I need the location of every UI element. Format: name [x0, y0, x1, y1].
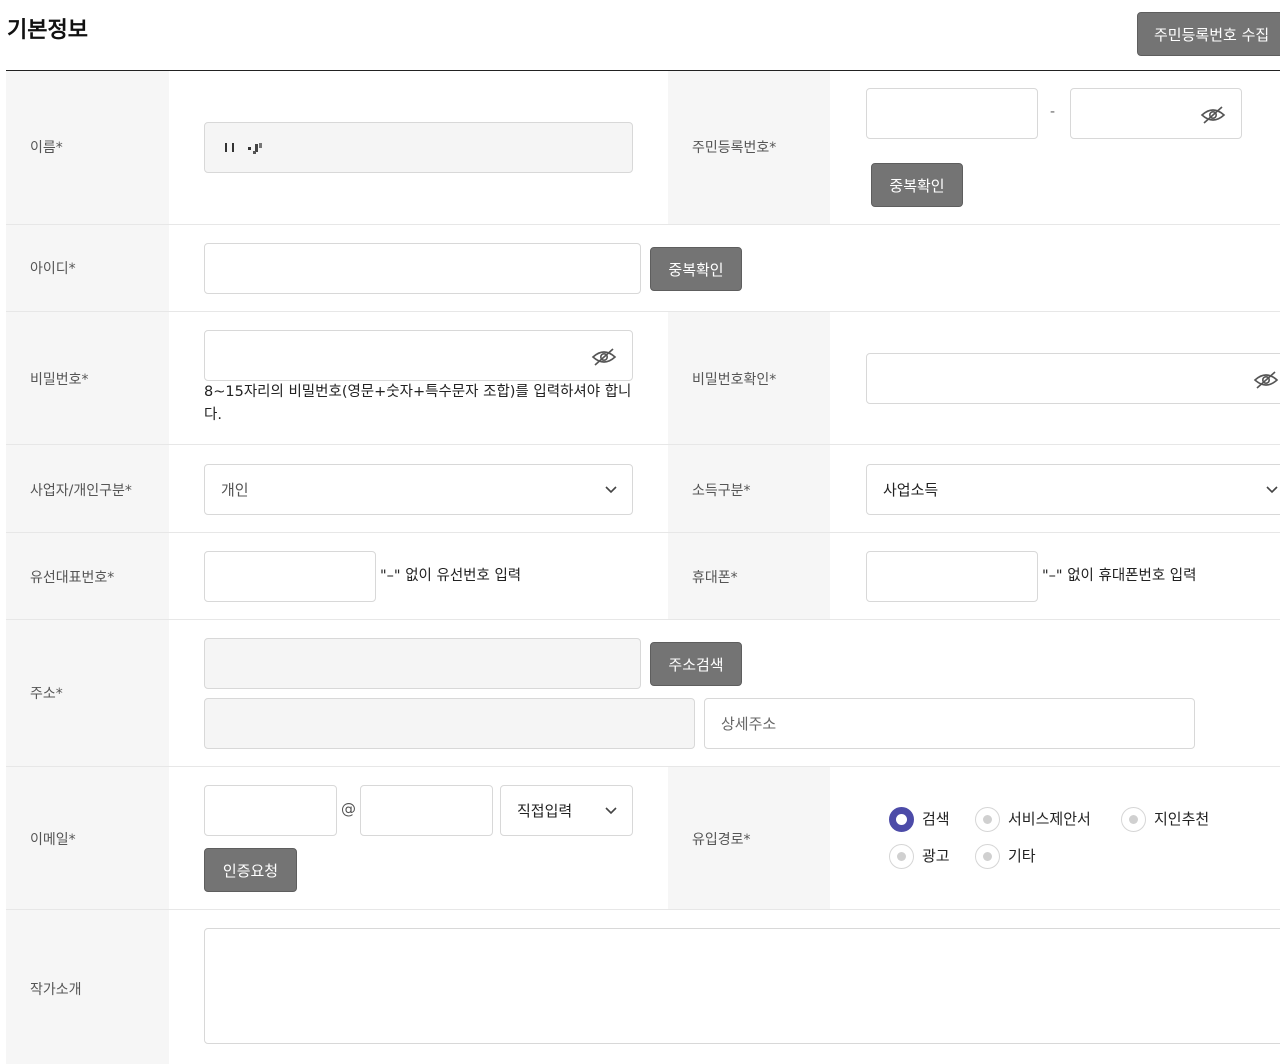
eye-slash-icon[interactable]	[591, 348, 617, 366]
masked-name-glyphs	[225, 142, 262, 154]
rrn-separator: -	[1050, 104, 1056, 120]
income-type-select[interactable]: 사업소득	[866, 464, 1280, 515]
radio-referral-friend[interactable]	[1121, 807, 1146, 832]
intro-label: 작가소개	[30, 982, 82, 998]
radio-label-proposal[interactable]: 서비스제안서	[1008, 808, 1091, 829]
radio-referral-search[interactable]	[889, 807, 914, 832]
password-help-text: 8~15자리의 비밀번호(영문+숫자+특수문자 조합)를 입력하셔야 합니다.	[204, 384, 632, 423]
row-divider	[6, 444, 1280, 445]
address-main-input[interactable]	[204, 698, 695, 749]
header-divider	[6, 70, 1280, 71]
email-domain-selected: 직접입력	[517, 802, 573, 820]
radio-label-ad[interactable]: 광고	[922, 845, 950, 866]
email-at-sign: @	[341, 800, 356, 818]
row-divider	[6, 532, 1280, 533]
row-divider	[6, 619, 1280, 620]
income-type-selected: 사업소득	[883, 481, 939, 499]
chevron-down-icon	[605, 486, 617, 494]
rrn-label: 주민등록번호*	[692, 140, 777, 156]
address-detail-placeholder: 상세주소	[721, 715, 777, 733]
zipcode-input[interactable]	[204, 638, 641, 689]
rrn-collect-button[interactable]: 주민등록번호 수집	[1137, 12, 1280, 56]
biz-type-selected: 개인	[221, 481, 249, 499]
chevron-down-icon	[1266, 486, 1278, 494]
password-confirm-input[interactable]	[866, 353, 1280, 404]
row-divider	[6, 766, 1280, 767]
landline-help-text: "–" 없이 유선번호 입력	[380, 568, 522, 584]
rrn-duplicate-check-button[interactable]: 중복확인	[871, 163, 963, 207]
mobile-help-text: "–" 없이 휴대폰번호 입력	[1042, 568, 1197, 584]
eye-slash-icon[interactable]	[1200, 106, 1226, 124]
radio-label-search[interactable]: 검색	[922, 808, 950, 829]
page-title: 기본정보	[7, 18, 88, 43]
rrn-front-input[interactable]	[866, 88, 1038, 139]
radio-referral-proposal[interactable]	[975, 807, 1000, 832]
email-label: 이메일*	[30, 832, 76, 848]
radio-label-friend[interactable]: 지인추천	[1154, 808, 1209, 829]
userid-input[interactable]	[204, 243, 641, 294]
row-divider	[6, 311, 1280, 312]
landline-label: 유선대표번호*	[30, 570, 115, 586]
chevron-down-icon	[605, 807, 617, 815]
password-label: 비밀번호*	[30, 372, 89, 388]
name-input[interactable]	[204, 122, 633, 173]
biz-type-label: 사업자/개인구분*	[30, 483, 132, 499]
email-verify-button[interactable]: 인증요청	[204, 848, 297, 892]
radio-label-other[interactable]: 기타	[1008, 845, 1036, 866]
row-divider	[6, 909, 1280, 910]
address-detail-input[interactable]: 상세주소	[704, 698, 1195, 749]
name-label: 이름*	[30, 140, 63, 156]
userid-label: 아이디*	[30, 261, 76, 277]
radio-referral-other[interactable]	[975, 844, 1000, 869]
id-duplicate-check-button[interactable]: 중복확인	[650, 247, 742, 291]
mobile-label: 휴대폰*	[692, 570, 738, 586]
address-label: 주소*	[30, 686, 63, 702]
radio-referral-ad[interactable]	[889, 844, 914, 869]
intro-textarea[interactable]	[204, 928, 1280, 1044]
eye-slash-icon[interactable]	[1253, 371, 1279, 389]
password-confirm-label: 비밀번호확인*	[692, 372, 777, 388]
email-domain-input[interactable]	[360, 785, 493, 836]
referral-label: 유입경로*	[692, 832, 751, 848]
address-search-button[interactable]: 주소검색	[650, 642, 742, 686]
landline-input[interactable]	[204, 551, 376, 602]
email-id-input[interactable]	[204, 785, 337, 836]
password-input[interactable]	[204, 330, 633, 381]
mobile-input[interactable]	[866, 551, 1038, 602]
income-type-label: 소득구분*	[692, 483, 751, 499]
row-divider	[6, 224, 1280, 225]
biz-type-select[interactable]: 개인	[204, 464, 633, 515]
